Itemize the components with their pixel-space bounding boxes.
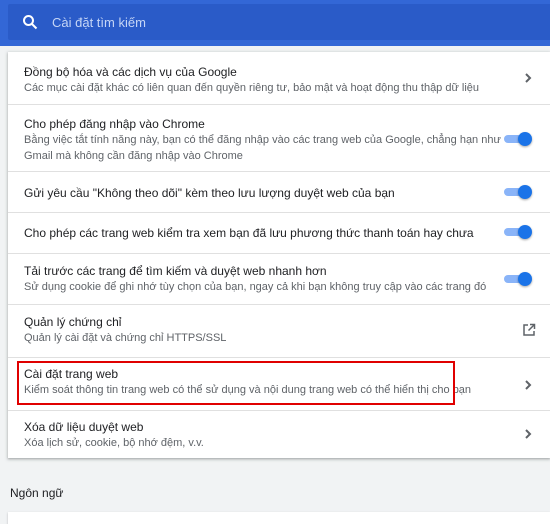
preload-pages-row: Tải trước các trang để tìm kiếm và duyệt… bbox=[8, 254, 550, 304]
row-title: Đồng bộ hóa và các dịch vụ của Google bbox=[24, 65, 237, 79]
sync-google-services-row[interactable]: Đồng bộ hóa và các dịch vụ của Google Cá… bbox=[8, 52, 550, 104]
row-description: Quản lý cài đặt và chứng chỉ HTTPS/SSL bbox=[24, 332, 227, 344]
search-icon[interactable] bbox=[12, 4, 48, 40]
top-toolbar: Cài đặt tìm kiếm bbox=[0, 0, 550, 46]
preload-pages-toggle[interactable] bbox=[502, 271, 532, 287]
allow-chrome-sign-in-row: Cho phép đăng nhập vào Chrome Bằng việc … bbox=[8, 105, 550, 171]
row-description: Gmail mà không cần đăng nhập vào Chrome bbox=[24, 150, 243, 162]
payment-methods-check-toggle[interactable] bbox=[502, 224, 532, 240]
allow-chrome-sign-in-toggle[interactable] bbox=[502, 131, 532, 147]
chevron-right-icon[interactable] bbox=[524, 429, 532, 439]
clear-browsing-data-row[interactable]: Xóa dữ liệu duyệt web Xóa lịch sử, cooki… bbox=[8, 411, 550, 458]
row-description: Các mục cài đặt khác có liên quan đến qu… bbox=[24, 82, 480, 94]
row-description: Bằng việc tắt tính năng này, bạn có thể … bbox=[24, 134, 501, 146]
row-description: Xóa lịch sử, cookie, bộ nhớ đệm, v.v. bbox=[24, 437, 204, 449]
search-input[interactable]: Cài đặt tìm kiếm bbox=[52, 15, 146, 30]
row-description: Sử dụng cookie để ghi nhớ tùy chọn của b… bbox=[24, 281, 487, 293]
settings-search-box[interactable]: Cài đặt tìm kiếm bbox=[8, 4, 550, 40]
row-title: Tải trước các trang để tìm kiếm và duyệt… bbox=[24, 264, 327, 278]
manage-certificates-row[interactable]: Quản lý chứng chỉ Quản lý cài đặt và chứ… bbox=[8, 305, 550, 357]
site-settings-highlight-box bbox=[17, 361, 455, 405]
chevron-right-icon[interactable] bbox=[524, 73, 532, 83]
payment-methods-check-row: Cho phép các trang web kiểm tra xem bạn … bbox=[8, 213, 550, 253]
row-title: Quản lý chứng chỉ bbox=[24, 315, 122, 329]
row-title: Xóa dữ liệu duyệt web bbox=[24, 420, 144, 434]
language-settings-card bbox=[8, 512, 550, 524]
external-link-icon[interactable] bbox=[522, 323, 536, 337]
row-title: Cho phép đăng nhập vào Chrome bbox=[24, 117, 205, 131]
row-title: Gửi yêu cầu "Không theo dõi" kèm theo lư… bbox=[24, 186, 395, 200]
chevron-right-icon[interactable] bbox=[524, 380, 532, 390]
do-not-track-toggle[interactable] bbox=[502, 184, 532, 200]
language-section-title: Ngôn ngữ bbox=[10, 486, 64, 500]
do-not-track-row: Gửi yêu cầu "Không theo dõi" kèm theo lư… bbox=[8, 172, 550, 212]
row-title: Cho phép các trang web kiểm tra xem bạn … bbox=[24, 226, 474, 240]
